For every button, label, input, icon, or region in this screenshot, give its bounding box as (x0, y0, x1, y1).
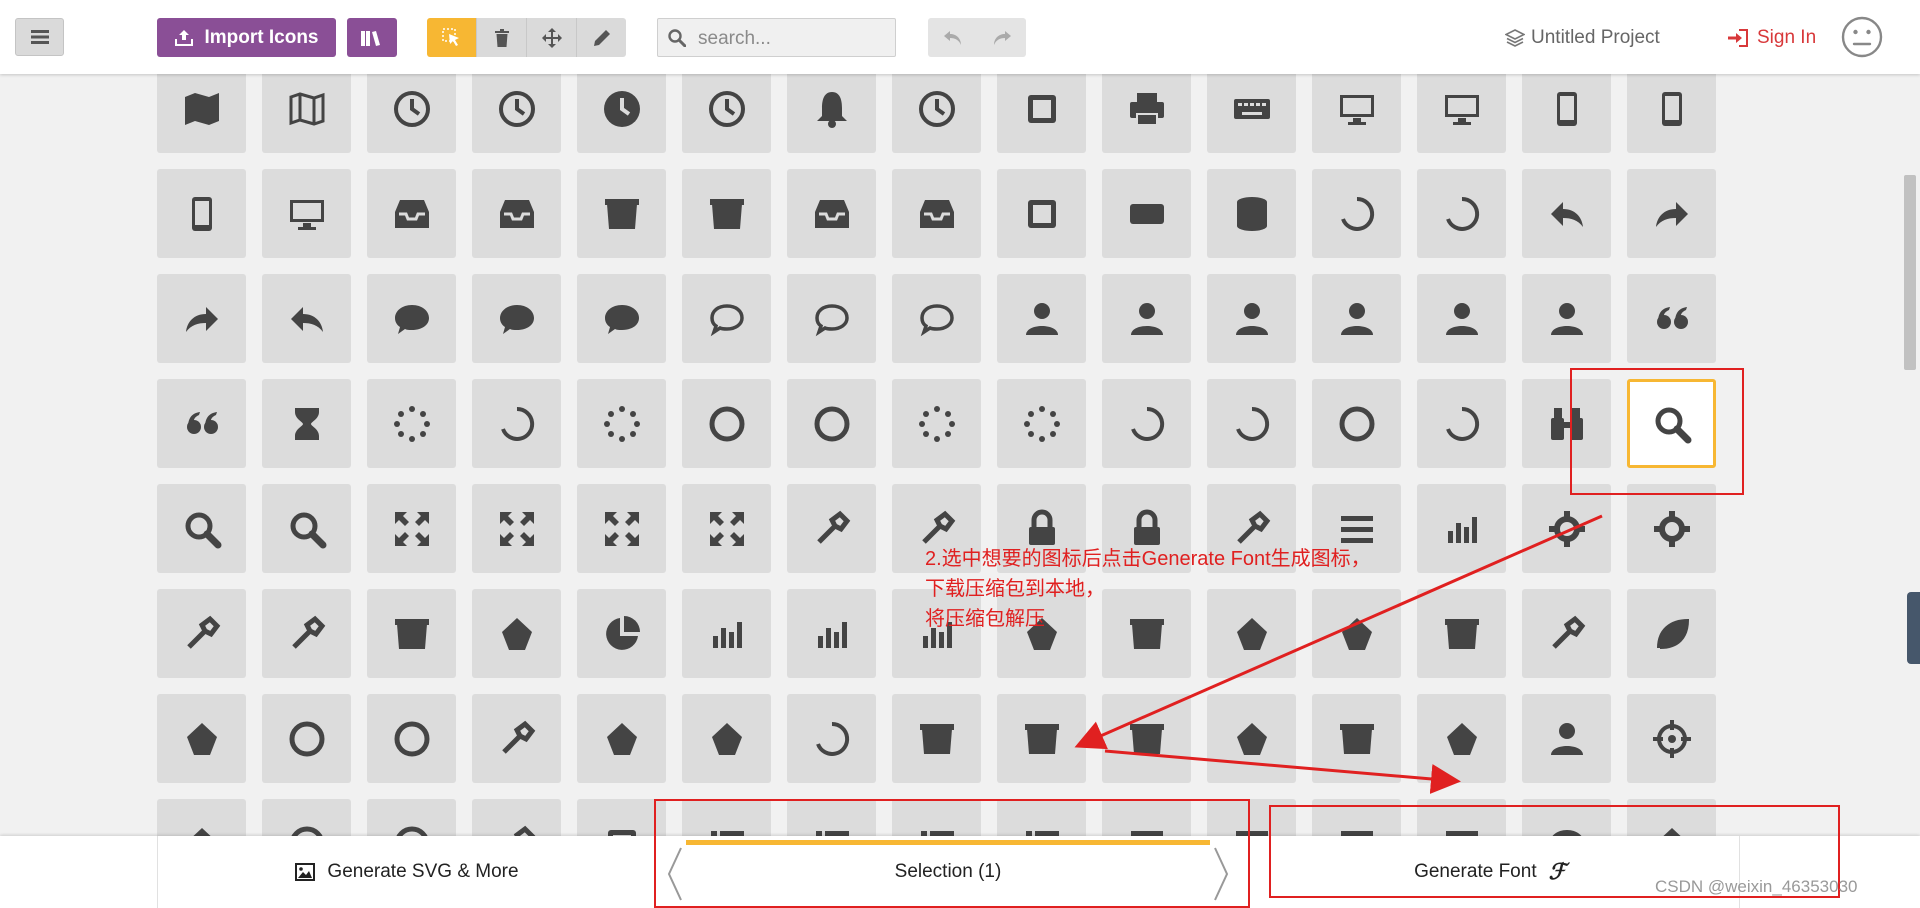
annotation-line-3: 将压缩包解压 (925, 608, 1045, 630)
annotation-line-1: 2.选中想要的图标后点击Generate Font生成图标， (925, 548, 1371, 570)
csdn-watermark: CSDN @weixin_46353030 (1655, 877, 1858, 896)
annotation-note: 2.选中想要的图标后点击Generate Font生成图标， 下载压缩包到本地，… (925, 544, 1445, 634)
annotation-line-2: 下载压缩包到本地， (925, 578, 1105, 600)
arrow-to-generate (1104, 749, 1461, 794)
annotation-arrows (1074, 514, 1603, 794)
